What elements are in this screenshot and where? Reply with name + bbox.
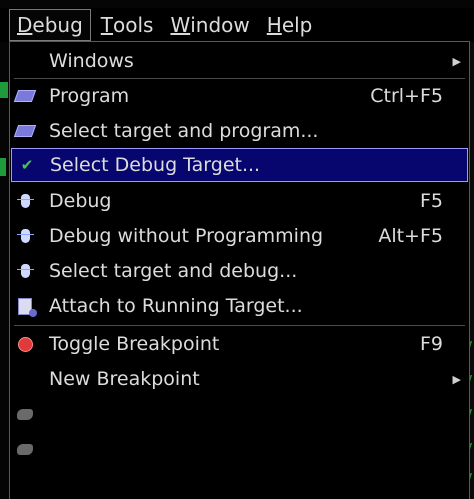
- menu-debug[interactable]: Debug: [9, 9, 91, 41]
- screen: i / / / / / mer 85 Debug Tools Window He…: [0, 0, 474, 499]
- checkmark-icon: ✔: [20, 156, 34, 174]
- menu-item-attach-to-running-target[interactable]: Attach to Running Target...: [10, 289, 469, 323]
- menu-item-new-breakpoint[interactable]: New Breakpoint ▶: [10, 362, 469, 396]
- menu-item-label: Select Debug Target...: [50, 154, 261, 176]
- attach-document-icon: [16, 297, 37, 317]
- menu-item-select-target-and-debug[interactable]: Select target and debug...: [10, 254, 469, 288]
- menu-item-shortcut: Alt+F5: [378, 225, 443, 247]
- menu-item-label: Windows: [49, 50, 134, 72]
- menu-item-program[interactable]: Program Ctrl+F5: [10, 79, 469, 113]
- separator: [14, 325, 465, 326]
- menu-item-label: Debug without Programming: [49, 225, 324, 247]
- menu-help[interactable]: Help: [260, 10, 320, 40]
- menu-item-label: New Breakpoint: [49, 368, 200, 390]
- menu-item-label: Select target and debug...: [49, 260, 298, 282]
- background-marker: [0, 82, 8, 98]
- submenu-arrow-icon: ▶: [452, 372, 461, 386]
- menu-item-label: Debug: [49, 190, 112, 212]
- disabled-action-icon: [16, 440, 34, 458]
- menu-item-label: Attach to Running Target...: [49, 295, 303, 317]
- bug-icon: [16, 227, 34, 245]
- menu-item-label: Select target and program...: [49, 120, 319, 142]
- menu-item-disabled-1: [10, 397, 469, 431]
- bug-icon: [16, 192, 34, 210]
- menu-item-disabled-2: [10, 432, 469, 466]
- debug-menu-dropdown: Windows ▶ Program Ctrl+F5 Select target …: [9, 41, 470, 499]
- background-marker: [0, 158, 6, 176]
- menu-item-toggle-breakpoint[interactable]: Toggle Breakpoint F9: [10, 327, 469, 361]
- bug-icon: [16, 262, 34, 280]
- menu-item-windows[interactable]: Windows ▶: [10, 44, 469, 78]
- menu-window[interactable]: Window: [163, 10, 256, 40]
- chip-icon: [13, 122, 37, 140]
- menu-tools[interactable]: Tools: [94, 10, 161, 40]
- disabled-action-icon: [16, 405, 34, 423]
- menu-item-label: Toggle Breakpoint: [49, 333, 220, 355]
- menu-item-select-debug-target[interactable]: ✔ Select Debug Target...: [11, 148, 468, 182]
- menu-item-debug-without-programming[interactable]: Debug without Programming Alt+F5: [10, 219, 469, 253]
- breakpoint-icon: [16, 335, 34, 353]
- menu-bar: Debug Tools Window Help: [0, 8, 474, 42]
- menu-item-shortcut: F9: [419, 333, 443, 355]
- chip-icon: [13, 87, 37, 105]
- menu-item-select-target-and-program[interactable]: Select target and program...: [10, 114, 469, 148]
- menu-item-label: Program: [49, 85, 130, 107]
- submenu-arrow-icon: ▶: [452, 54, 461, 68]
- menu-item-shortcut: Ctrl+F5: [370, 85, 443, 107]
- menu-item-shortcut: F5: [419, 190, 443, 212]
- menu-item-debug[interactable]: Debug F5: [10, 184, 469, 218]
